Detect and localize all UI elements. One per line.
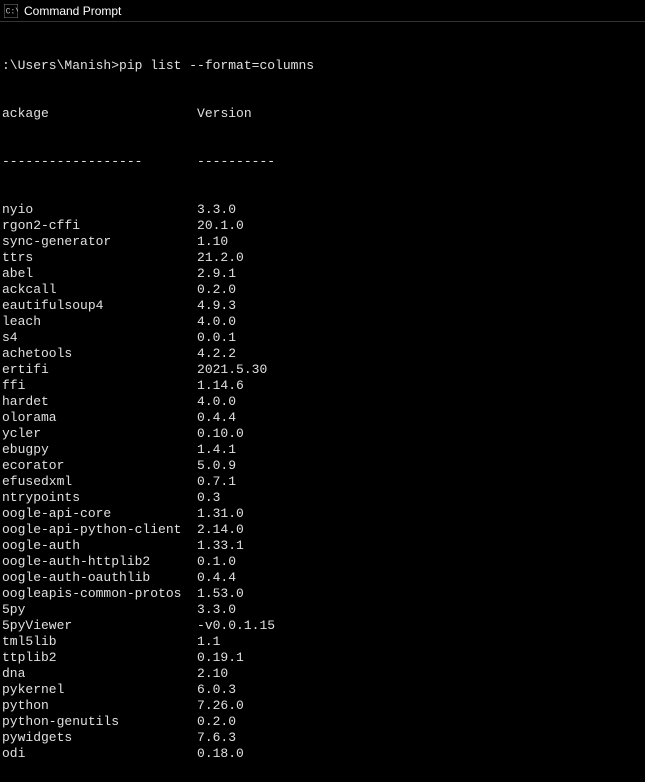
- window-title: Command Prompt: [24, 4, 121, 18]
- package-row: olorama 0.4.4: [2, 410, 643, 426]
- header-version: Version: [197, 106, 252, 122]
- package-row: ttplib2 0.19.1: [2, 650, 643, 666]
- package-row: oogle-api-core 1.31.0: [2, 506, 643, 522]
- package-row: oogle-auth-oauthlib 0.4.4: [2, 570, 643, 586]
- package-row: abel 2.9.1: [2, 266, 643, 282]
- package-row: ertifi 2021.5.30: [2, 362, 643, 378]
- svg-text:C:\: C:\: [6, 7, 18, 16]
- package-row: oogleapis-common-protos 1.53.0: [2, 586, 643, 602]
- package-row: sync-generator 1.10: [2, 234, 643, 250]
- package-row: dna 2.10: [2, 666, 643, 682]
- package-row: nyio 3.3.0: [2, 202, 643, 218]
- cmd-icon: C:\: [4, 4, 18, 18]
- header-package: ackage: [2, 106, 197, 122]
- package-row: achetools 4.2.2: [2, 346, 643, 362]
- package-row: eautifulsoup4 4.9.3: [2, 298, 643, 314]
- package-row: python-genutils 0.2.0: [2, 714, 643, 730]
- header-row: ackage Version: [2, 106, 643, 122]
- package-row: ackcall 0.2.0: [2, 282, 643, 298]
- window-titlebar[interactable]: C:\ Command Prompt: [0, 0, 645, 22]
- divider-package: ------------------: [2, 154, 197, 170]
- package-row: python 7.26.0: [2, 698, 643, 714]
- package-row: oogle-api-python-client 2.14.0: [2, 522, 643, 538]
- package-row: hardet 4.0.0: [2, 394, 643, 410]
- package-row: ecorator 5.0.9: [2, 458, 643, 474]
- package-row: pykernel 6.0.3: [2, 682, 643, 698]
- package-row: oogle-auth-httplib2 0.1.0: [2, 554, 643, 570]
- package-row: ffi 1.14.6: [2, 378, 643, 394]
- package-row: 5py 3.3.0: [2, 602, 643, 618]
- package-row: odi 0.18.0: [2, 746, 643, 762]
- terminal-output[interactable]: :\Users\Manish>pip list --format=columns…: [0, 22, 645, 782]
- divider-version: ----------: [197, 154, 275, 170]
- package-list: nyio 3.3.0rgon2-cffi 20.1.0sync-generato…: [2, 202, 643, 762]
- package-row: 5pyViewer -v0.0.1.15: [2, 618, 643, 634]
- divider-row: ------------------ ----------: [2, 154, 643, 170]
- package-row: oogle-auth 1.33.1: [2, 538, 643, 554]
- package-row: efusedxml 0.7.1: [2, 474, 643, 490]
- package-row: rgon2-cffi 20.1.0: [2, 218, 643, 234]
- package-row: ttrs 21.2.0: [2, 250, 643, 266]
- package-row: ebugpy 1.4.1: [2, 442, 643, 458]
- package-row: tml5lib 1.1: [2, 634, 643, 650]
- package-row: ycler 0.10.0: [2, 426, 643, 442]
- package-row: leach 4.0.0: [2, 314, 643, 330]
- command-line: :\Users\Manish>pip list --format=columns: [2, 58, 643, 74]
- package-row: s4 0.0.1: [2, 330, 643, 346]
- package-row: pywidgets 7.6.3: [2, 730, 643, 746]
- package-row: ntrypoints 0.3: [2, 490, 643, 506]
